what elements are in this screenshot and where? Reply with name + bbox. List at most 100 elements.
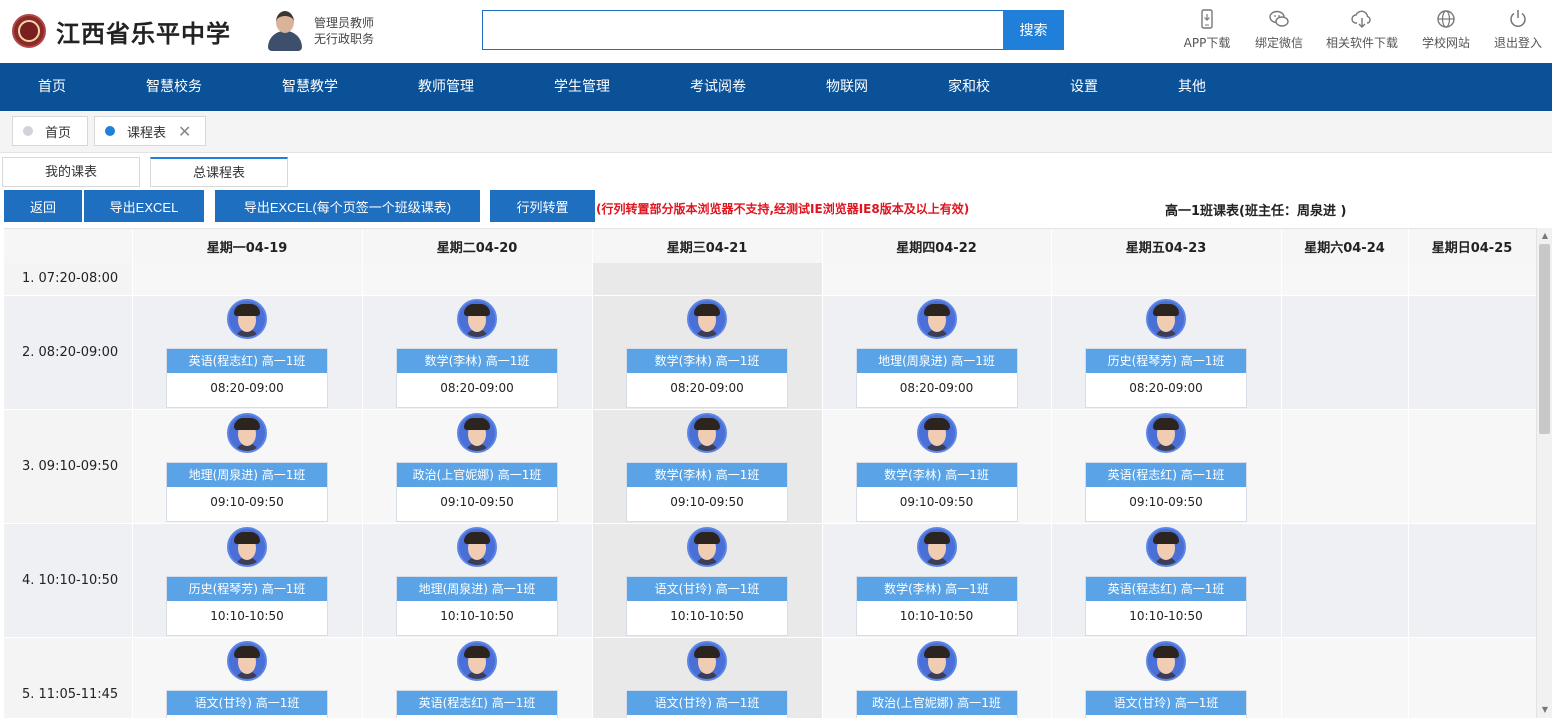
lesson-time: 11:05-11:45	[857, 715, 1017, 719]
page-tab-bar: 首页 课程表 ✕	[0, 111, 1552, 153]
nav-student-management[interactable]: 学生管理	[544, 63, 620, 111]
lesson-subject: 语文(甘玲) 高一1班	[1086, 690, 1246, 715]
scroll-thumb[interactable]	[1539, 244, 1550, 434]
lesson-card[interactable]: 数学(李林) 高一1班 10:10-10:50	[855, 575, 1018, 636]
teacher-avatar	[687, 526, 727, 567]
scroll-down-icon[interactable]: ▼	[1540, 704, 1550, 716]
lesson-time: 11:05-11:45	[397, 715, 557, 719]
software-download-button[interactable]: 相关软件下载	[1324, 8, 1400, 56]
lesson-card[interactable]: 英语(程志红) 高一1班 10:10-10:50	[1085, 575, 1247, 636]
day-header: 星期日04-25	[1408, 229, 1536, 263]
lesson-cell: 语文(甘玲) 高一1班11:05-11:45	[592, 637, 823, 719]
lesson-card[interactable]: 历史(程琴芳) 高一1班 10:10-10:50	[166, 575, 328, 636]
lesson-subject: 数学(李林) 高一1班	[627, 462, 787, 487]
subtab-my-timetable[interactable]: 我的课表	[2, 157, 140, 187]
lesson-cell: 语文(甘玲) 高一1班 10:10-10:50	[592, 523, 823, 638]
tab-timetable[interactable]: 课程表 ✕	[94, 116, 206, 146]
nav-settings[interactable]: 设置	[1060, 63, 1108, 111]
lesson-subject: 英语(程志红) 高一1班	[1086, 576, 1246, 601]
teacher-avatar	[1146, 412, 1186, 453]
nav-other[interactable]: 其他	[1168, 63, 1216, 111]
vertical-scrollbar[interactable]: ▲ ▼	[1536, 228, 1552, 718]
nav-home-school[interactable]: 家和校	[938, 63, 1000, 111]
lesson-time: 10:10-10:50	[210, 608, 284, 623]
teacher-avatar	[916, 412, 957, 453]
day-header: 星期二04-20	[362, 229, 593, 263]
nav-home[interactable]: 首页	[18, 63, 86, 111]
day-header: 星期六04-24	[1281, 229, 1409, 263]
empty-cell	[1281, 295, 1409, 410]
app-download-button[interactable]: APP下载	[1182, 8, 1232, 56]
lesson-cell: 政治(上官妮娜) 高一1班 09:10-09:50	[362, 409, 593, 524]
logout-label: 退出登入	[1493, 36, 1542, 50]
bind-wechat-button[interactable]: 绑定微信	[1252, 8, 1306, 56]
lesson-cell: 语文(甘玲) 高一1班11:05-11:45	[1051, 637, 1282, 719]
nav-smart-teaching[interactable]: 智慧教学	[272, 63, 348, 111]
lesson-time: 11:05-11:45	[627, 715, 787, 719]
lesson-time: 08:20-09:00	[210, 380, 284, 395]
lesson-subject: 数学(李林) 高一1班	[856, 576, 1017, 601]
lesson-card[interactable]: 数学(李林) 高一1班 09:10-09:50	[855, 461, 1018, 522]
lesson-card[interactable]: 地理(周泉进) 高一1班 08:20-09:00	[855, 347, 1018, 408]
lesson-card[interactable]: 数学(李林) 高一1班 09:10-09:50	[626, 461, 788, 522]
period-label: 4. 10:10-10:50	[4, 523, 133, 638]
nav-iot[interactable]: 物联网	[816, 63, 878, 111]
lesson-card[interactable]: 地理(周泉进) 高一1班 10:10-10:50	[396, 575, 558, 636]
lesson-card[interactable]: 数学(李林) 高一1班 08:20-09:00	[626, 347, 788, 408]
lesson-time: 09:10-09:50	[899, 494, 974, 509]
lesson-card[interactable]: 英语(程志红) 高一1班11:05-11:45	[396, 689, 558, 719]
transpose-button[interactable]: 行列转置	[490, 190, 595, 222]
day-header: 星期三04-21	[592, 229, 823, 263]
lesson-subject: 地理(周泉进) 高一1班	[397, 576, 557, 601]
empty-cell	[1408, 409, 1536, 524]
bind-wechat-label: 绑定微信	[1254, 36, 1303, 50]
empty-cell	[362, 263, 593, 296]
lesson: 历史(程琴芳) 高一1班 08:20-09:00	[1052, 296, 1281, 409]
scroll-up-icon[interactable]: ▲	[1540, 230, 1550, 242]
export-excel-per-sheet-button[interactable]: 导出EXCEL(每个页签一个班级课表)	[215, 190, 480, 222]
teacher-avatar	[916, 526, 957, 567]
lesson-card[interactable]: 语文(甘玲) 高一1班11:05-11:45	[626, 689, 788, 719]
lesson-card[interactable]: 数学(李林) 高一1班 08:20-09:00	[396, 347, 558, 408]
close-icon[interactable]: ✕	[178, 122, 191, 141]
school-website-label: 学校网站	[1421, 36, 1470, 50]
lesson-card[interactable]: 政治(上官妮娜) 高一1班 09:10-09:50	[396, 461, 558, 522]
teacher-avatar	[227, 298, 267, 339]
lesson-card[interactable]: 历史(程琴芳) 高一1班 08:20-09:00	[1085, 347, 1247, 408]
lesson-cell: 英语(程志红) 高一1班 08:20-09:00	[132, 295, 363, 410]
lesson-card[interactable]: 英语(程志红) 高一1班 08:20-09:00	[166, 347, 328, 408]
lesson-time: 11:05-11:45	[1086, 715, 1246, 719]
nav-exam-marking[interactable]: 考试阅卷	[680, 63, 756, 111]
lesson: 政治(上官妮娜) 高一1班11:05-11:45	[823, 638, 1051, 719]
lesson-card[interactable]: 地理(周泉进) 高一1班 09:10-09:50	[166, 461, 328, 522]
back-button[interactable]: 返回	[4, 190, 82, 222]
lesson-card[interactable]: 语文(甘玲) 高一1班11:05-11:45	[166, 689, 328, 718]
lesson: 英语(程志红) 高一1班 10:10-10:50	[1052, 524, 1281, 637]
lesson: 数学(李林) 高一1班 09:10-09:50	[593, 410, 822, 523]
lesson: 数学(李林) 高一1班 08:20-09:00	[363, 296, 592, 409]
search-input[interactable]	[482, 10, 1004, 50]
timetable-header-row: 星期一04-19 星期二04-20 星期三04-21 星期四04-22 星期五0…	[4, 229, 1536, 263]
lesson-cell: 英语(程志红) 高一1班 10:10-10:50	[1051, 523, 1282, 638]
lesson: 地理(周泉进) 高一1班 08:20-09:00	[823, 296, 1051, 409]
lesson: 地理(周泉进) 高一1班 09:10-09:50	[133, 410, 362, 523]
timetable-table: 星期一04-19 星期二04-20 星期三04-21 星期四04-22 星期五0…	[4, 229, 1536, 718]
table-row: 2. 08:20-09:00 英语(程志红) 高一1班 08:20-09:00 数学(…	[4, 295, 1536, 410]
subtab-all-timetable[interactable]: 总课程表	[150, 157, 288, 187]
lesson-card[interactable]: 语文(甘玲) 高一1班11:05-11:45	[1085, 689, 1247, 719]
search-button[interactable]: 搜索	[1003, 10, 1064, 50]
tab-home[interactable]: 首页	[12, 116, 88, 146]
timetable-grid: 星期一04-19 星期二04-20 星期三04-21 星期四04-22 星期五0…	[4, 228, 1536, 718]
school-website-button[interactable]: 学校网站	[1420, 8, 1472, 56]
nav-teacher-management[interactable]: 教师管理	[408, 63, 484, 111]
logout-button[interactable]: 退出登入	[1492, 8, 1544, 56]
lesson-cell: 地理(周泉进) 高一1班 10:10-10:50	[362, 523, 593, 638]
teacher-avatar	[227, 526, 267, 567]
lesson-card[interactable]: 语文(甘玲) 高一1班 10:10-10:50	[626, 575, 788, 636]
lesson-card[interactable]: 英语(程志红) 高一1班 09:10-09:50	[1085, 461, 1247, 522]
admin-role: 管理员教师	[314, 16, 375, 30]
lesson-card[interactable]: 政治(上官妮娜) 高一1班11:05-11:45	[855, 689, 1018, 719]
export-excel-button[interactable]: 导出EXCEL	[84, 190, 204, 222]
lesson-time: 10:10-10:50	[440, 608, 514, 623]
nav-smart-admin[interactable]: 智慧校务	[136, 63, 212, 111]
